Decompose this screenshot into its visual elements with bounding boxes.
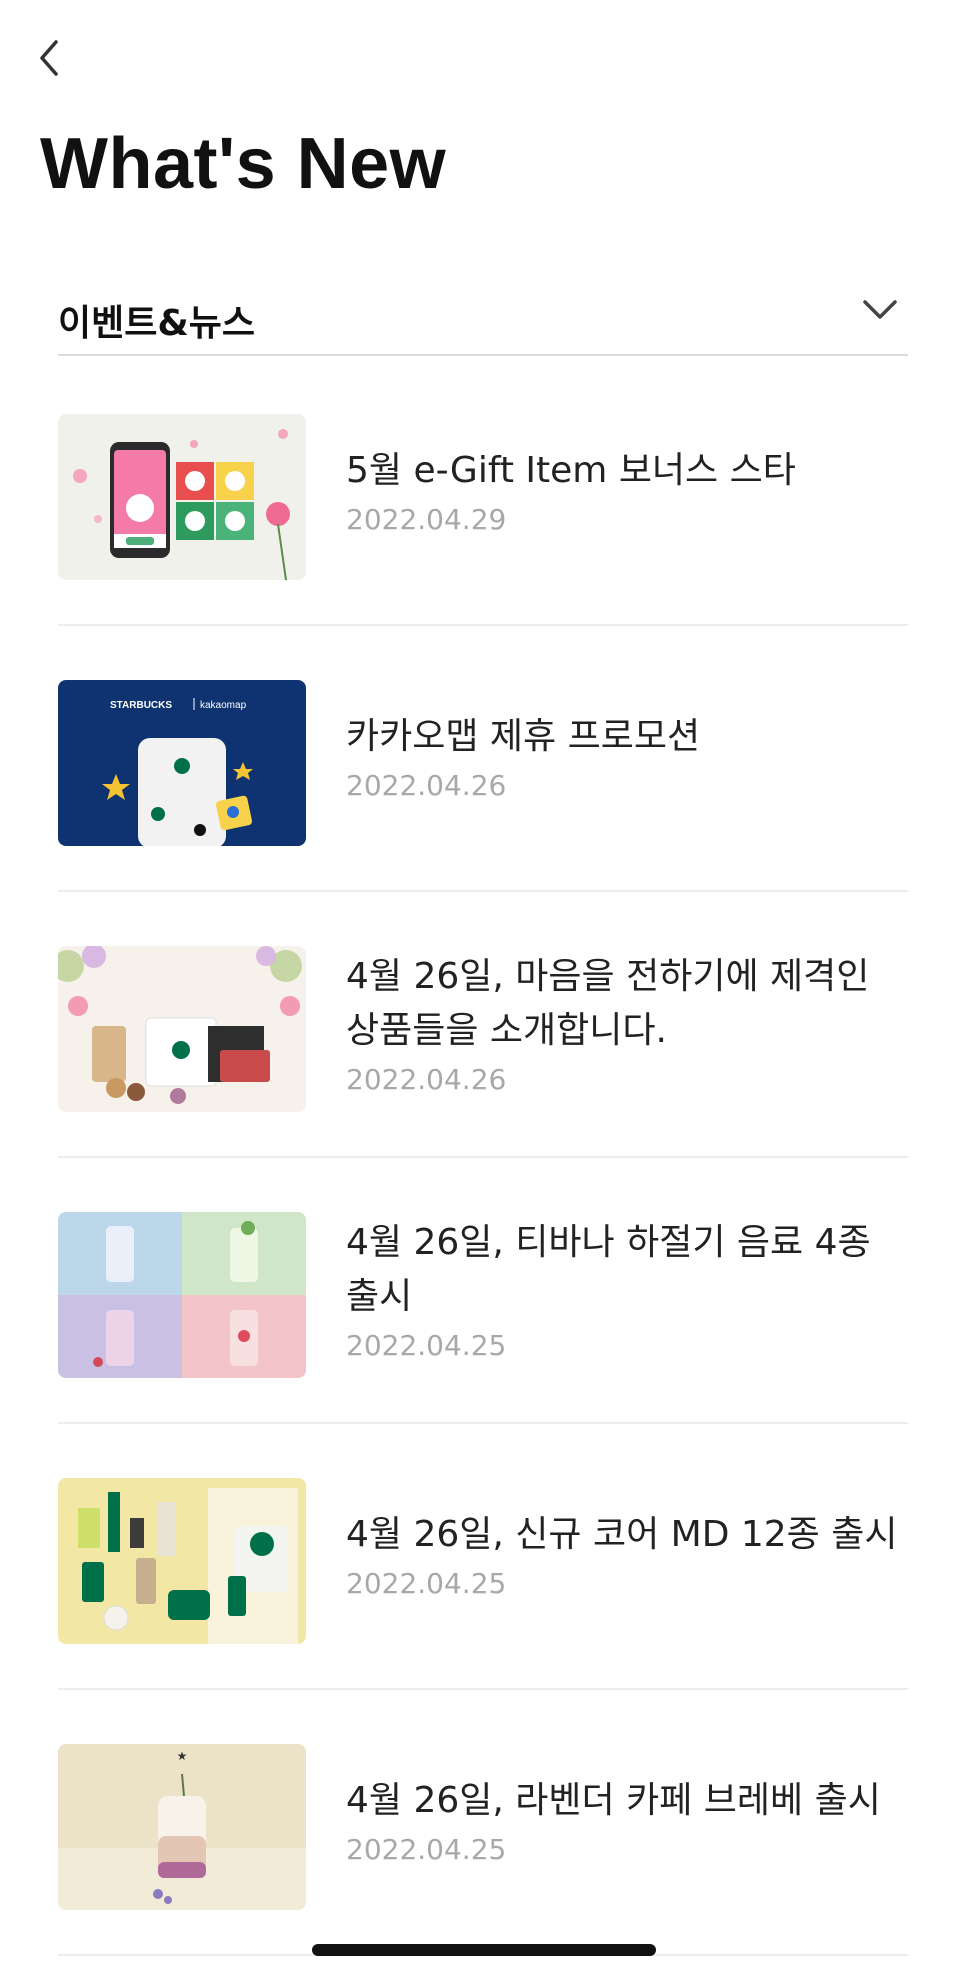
news-item-date: 2022.04.25 — [346, 1329, 507, 1362]
chevron-left-icon — [40, 40, 58, 76]
lavender-cafe-breve-thumbnail: ★ — [58, 1744, 306, 1910]
category-selected-label: 이벤트&뉴스 — [58, 303, 255, 344]
svg-text:★: ★ — [177, 1749, 188, 1763]
news-item-title: 5월 e-Gift Item 보너스 스타 — [346, 450, 796, 491]
news-item-date: 2022.04.26 — [346, 1063, 507, 1096]
news-item-title: 4월 26일, 라벤더 카페 브레베 출시 — [346, 1780, 881, 1821]
page-title: What's New — [40, 124, 447, 204]
starbucks-kakaomap-thumbnail: STARBUCKS kakaomap — [58, 680, 306, 846]
news-item-date: 2022.04.25 — [346, 1833, 507, 1866]
news-item-title: 카카오맵 제휴 프로모션 — [346, 716, 701, 757]
chevron-down-icon — [863, 300, 897, 319]
news-item[interactable]: 4월 26일, 마음을 전하기에 제격인 상품들을 소개합니다. 2022.04… — [58, 892, 908, 1158]
news-item[interactable]: ★ 4월 26일, 라벤더 카페 브레베 출시 2022.04.25 — [58, 1690, 908, 1956]
news-item-title: 4월 26일, 티바나 하절기 음료 4종 출시 — [346, 1222, 871, 1317]
teavana-drinks-thumbnail — [58, 1212, 306, 1378]
gift-set-thumbnail — [58, 946, 306, 1112]
news-item[interactable]: 4월 26일, 신규 코어 MD 12종 출시 2022.04.25 — [58, 1424, 908, 1690]
news-item-title: 4월 26일, 신규 코어 MD 12종 출시 — [346, 1514, 898, 1555]
news-item-date: 2022.04.25 — [346, 1567, 507, 1600]
news-item-title: 4월 26일, 마음을 전하기에 제격인 상품들을 소개합니다. — [346, 956, 870, 1051]
news-item[interactable]: STARBUCKS kakaomap 카카오맵 제휴 프로모션 2022.04.… — [58, 626, 908, 892]
category-dropdown[interactable]: 이벤트&뉴스 — [58, 284, 908, 356]
home-indicator — [312, 1944, 656, 1956]
back-button[interactable] — [32, 36, 72, 80]
news-list: 5월 e-Gift Item 보너스 스타 2022.04.29 STARBUC… — [58, 360, 908, 1956]
news-item-date: 2022.04.29 — [346, 503, 507, 536]
news-item[interactable]: 5월 e-Gift Item 보너스 스타 2022.04.29 — [58, 360, 908, 626]
core-md-thumbnail — [58, 1478, 306, 1644]
thumb-brand-text: STARBUCKS — [110, 700, 172, 711]
news-item-date: 2022.04.26 — [346, 769, 507, 802]
thumb-partner-text: kakaomap — [200, 700, 247, 711]
news-item[interactable]: 4월 26일, 티바나 하절기 음료 4종 출시 2022.04.25 — [58, 1158, 908, 1424]
e-gift-card-thumbnail — [58, 414, 306, 580]
